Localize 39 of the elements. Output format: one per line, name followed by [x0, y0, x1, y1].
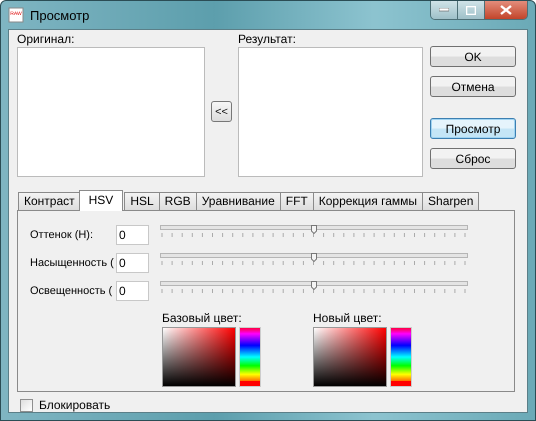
lock-label: Блокировать — [39, 398, 110, 412]
color-label: Базовый цвет: — [162, 311, 243, 325]
tab[interactable]: Контраст — [18, 192, 81, 210]
tab[interactable]: FFT — [280, 192, 314, 210]
dialog-button[interactable]: OK — [430, 46, 516, 67]
value-field[interactable]: 0 — [116, 281, 149, 301]
tab[interactable]: Sharpen — [422, 192, 480, 210]
tab[interactable]: Уравнивание — [196, 192, 281, 210]
close-button[interactable] — [485, 1, 527, 19]
result-label: Результат: — [238, 32, 297, 46]
value-field[interactable]: 0 — [116, 253, 149, 273]
tab[interactable]: Коррекция гаммы — [312, 192, 424, 210]
hue-bar[interactable] — [239, 327, 261, 387]
color-label: Новый цвет: — [313, 311, 383, 325]
original-label: Оригинал: — [17, 32, 76, 46]
tab[interactable]: HSV — [78, 190, 124, 211]
minimize-button[interactable] — [431, 1, 458, 19]
window-title: Просмотр — [30, 8, 90, 22]
slider-label: Оттенок (H): — [30, 229, 94, 241]
slider-thumb[interactable] — [311, 280, 317, 290]
dialog-button[interactable]: Просмотр — [430, 118, 516, 139]
maximize-icon — [466, 6, 476, 14]
slider-thumb[interactable] — [311, 252, 317, 262]
tab[interactable]: HSL — [124, 192, 160, 210]
color-gradient[interactable] — [162, 327, 236, 387]
minimize-icon — [439, 8, 449, 12]
value-field[interactable]: 0 — [116, 225, 149, 245]
slider-label: Насыщенность ( — [30, 257, 115, 269]
hue-bar[interactable] — [390, 327, 412, 387]
slider-label: Освещенность ( — [30, 285, 114, 297]
lock-checkbox[interactable] — [20, 398, 33, 412]
slider-thumb[interactable] — [311, 224, 317, 234]
dialog-button[interactable]: Отмена — [430, 76, 516, 97]
tab[interactable]: RGB — [158, 192, 197, 210]
dialog-button[interactable]: Сброс — [430, 148, 516, 169]
copy-button[interactable]: << — [211, 101, 232, 122]
maximize-button[interactable] — [458, 1, 485, 19]
close-icon — [500, 5, 512, 15]
color-gradient[interactable] — [313, 327, 387, 387]
